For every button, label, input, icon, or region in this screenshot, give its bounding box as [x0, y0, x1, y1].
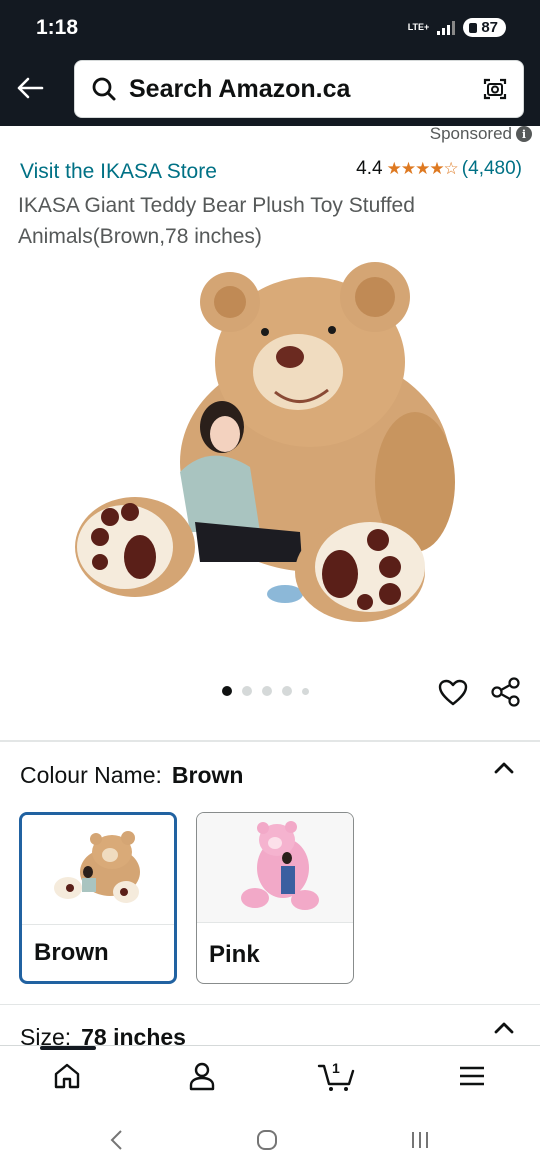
carousel-dot[interactable] — [222, 686, 232, 696]
swatch-label-pink: Pink — [209, 941, 260, 968]
colour-selected-value: Brown — [171, 762, 244, 788]
swatch-image-brown — [22, 815, 174, 925]
active-tab-indicator — [40, 1046, 96, 1050]
carousel-dot[interactable] — [262, 686, 272, 696]
search-header — [0, 56, 540, 126]
status-bar: 1:18 LTE+ 87 — [0, 0, 540, 56]
back-button[interactable] — [12, 70, 48, 106]
status-time: 1:18 — [36, 16, 79, 39]
star-rating-icon: ★★★★☆ — [386, 159, 459, 178]
search-icon — [91, 76, 117, 102]
rating-value: 4.4 — [356, 158, 383, 179]
wishlist-heart-icon[interactable] — [438, 678, 468, 708]
carousel-dot[interactable] — [282, 686, 292, 696]
menu-icon[interactable] — [452, 1058, 492, 1094]
sponsored-label[interactable]: Sponsored i — [430, 124, 532, 144]
review-count[interactable]: (4,480) — [462, 158, 522, 180]
product-image[interactable] — [70, 262, 470, 622]
account-icon[interactable] — [182, 1058, 222, 1094]
swatch-image-pink — [197, 813, 353, 923]
sponsored-text: Sponsored — [429, 124, 512, 143]
collapse-colour-chevron-up-icon[interactable] — [490, 754, 518, 782]
section-divider — [0, 1004, 540, 1005]
system-recents-icon[interactable] — [405, 1125, 435, 1155]
lte-indicator: LTE+ — [407, 22, 430, 32]
bottom-nav-bar: 1 — [0, 1045, 540, 1107]
info-icon: i — [516, 126, 532, 142]
carousel-dot[interactable] — [302, 687, 309, 695]
system-back-icon[interactable] — [102, 1125, 132, 1155]
share-icon[interactable] — [490, 676, 522, 708]
search-input[interactable] — [129, 74, 449, 104]
home-icon[interactable] — [47, 1058, 87, 1094]
cart-icon[interactable]: 1 — [316, 1058, 356, 1094]
collapse-size-chevron-up-icon[interactable] — [490, 1014, 518, 1042]
rating-summary[interactable]: 4.4 ★★★★☆ (4,480) — [356, 158, 522, 180]
colour-option-brown[interactable]: Brown — [19, 812, 177, 984]
system-home-icon[interactable] — [252, 1125, 282, 1155]
back-arrow-icon — [17, 77, 44, 99]
search-box[interactable] — [74, 60, 524, 118]
signal-icon — [437, 20, 456, 35]
store-link[interactable]: Visit the IKASA Store — [20, 160, 217, 184]
status-icons: LTE+ 87 — [408, 18, 506, 37]
battery-indicator: 87 — [463, 18, 506, 37]
system-nav-bar — [0, 1107, 540, 1170]
colour-name-label: Colour Name: Brown — [20, 762, 243, 789]
image-carousel-dots[interactable] — [222, 686, 309, 696]
carousel-dot[interactable] — [242, 686, 252, 696]
section-divider — [0, 740, 540, 742]
product-title: IKASA Giant Teddy Bear Plush Toy Stuffed… — [18, 194, 415, 248]
colour-option-pink[interactable]: Pink — [196, 812, 354, 984]
colour-label-text: Colour Name: — [20, 762, 162, 788]
swatch-label-brown: Brown — [34, 939, 109, 966]
camera-search-icon[interactable] — [481, 75, 509, 103]
cart-count: 1 — [332, 1060, 340, 1076]
